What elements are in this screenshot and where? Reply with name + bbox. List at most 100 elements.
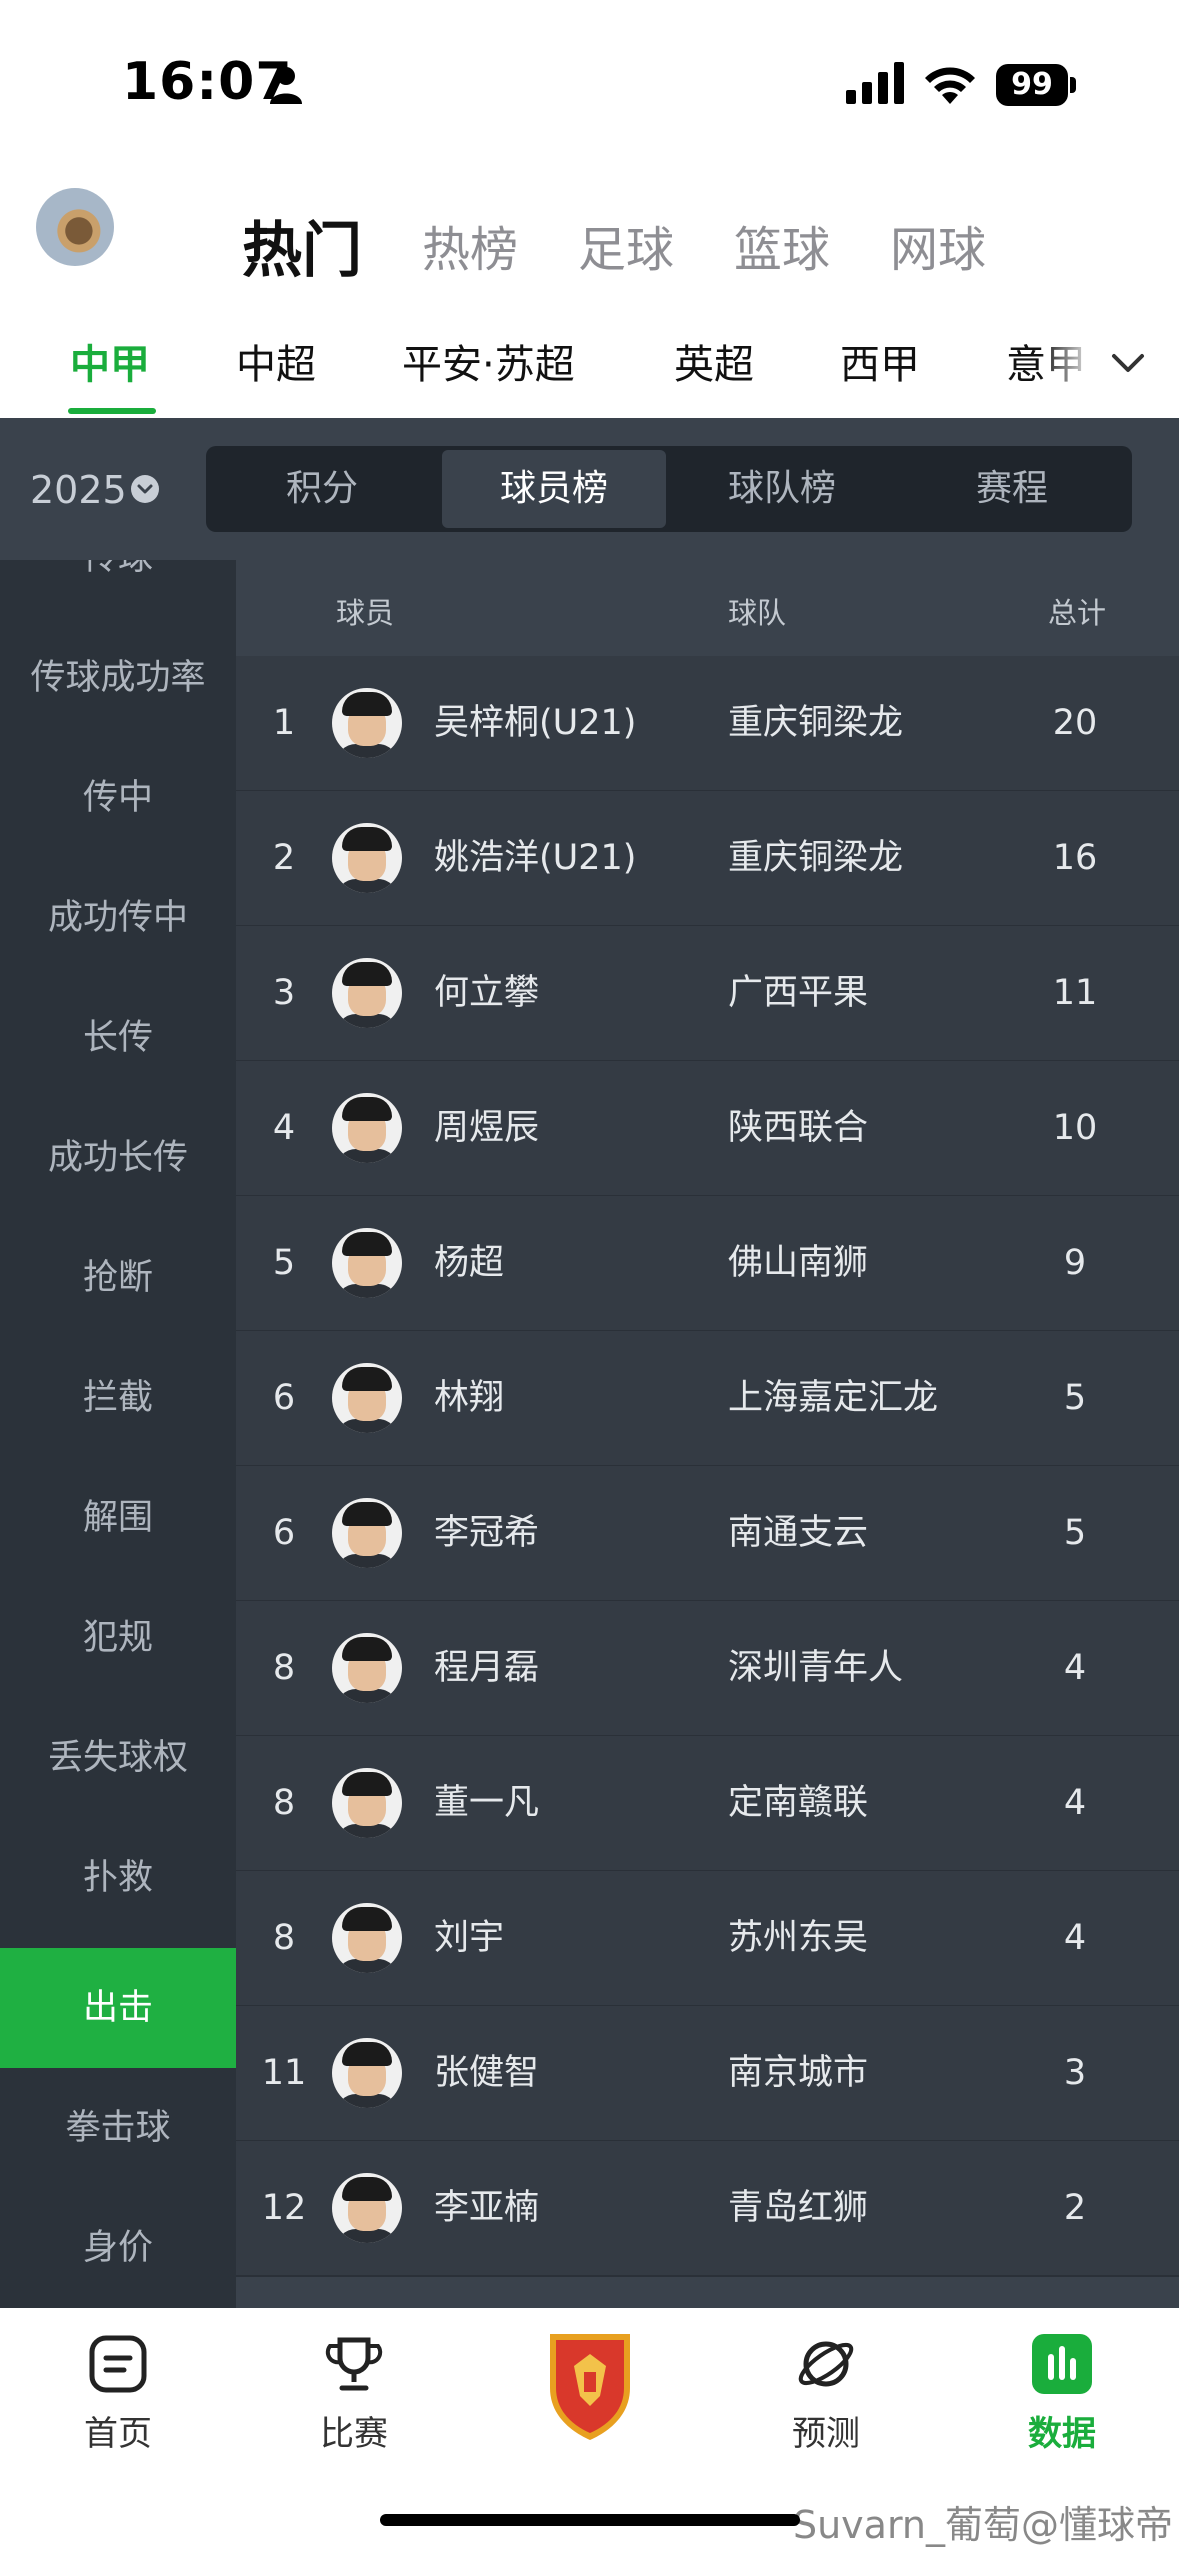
player-team[interactable]: 青岛红狮 — [728, 2141, 868, 2275]
table-row[interactable]: 5 杨超 佛山南狮 9 — [236, 1196, 1179, 1332]
player-name[interactable]: 张健智 — [434, 2006, 539, 2140]
sidebar-item-possession-lost[interactable]: 丢失球权 — [0, 1698, 236, 1818]
player-name[interactable]: 董一凡 — [434, 1736, 539, 1870]
battery-level: 99 — [996, 64, 1068, 106]
segment-team-ranking[interactable]: 球队榜 — [670, 446, 894, 532]
league-tab-premier[interactable]: 英超 — [674, 332, 754, 390]
tab-tennis[interactable]: 网球 — [890, 210, 986, 280]
player-rank: 8 — [272, 1783, 296, 1823]
player-name[interactable]: 周煜辰 — [434, 1061, 539, 1195]
player-rank: 8 — [272, 1648, 296, 1688]
table-row[interactable]: 8 董一凡 定南赣联 4 — [236, 1736, 1179, 1872]
player-team[interactable]: 佛山南狮 — [728, 1196, 868, 1330]
table-row[interactable]: 11 张健智 南京城市 3 — [236, 2006, 1179, 2142]
player-name[interactable]: 林翔 — [434, 1331, 504, 1465]
nav-matches-label: 比赛 — [320, 2414, 388, 2454]
sidebar-item-pass[interactable]: 传球 — [0, 560, 236, 618]
player-total: 4 — [1063, 1783, 1087, 1823]
league-tab-suchao[interactable]: 平安·苏超 — [402, 332, 575, 390]
sidebar-item-clearance[interactable]: 解围 — [0, 1458, 236, 1578]
player-total: 5 — [1063, 1378, 1087, 1418]
nav-prediction-label: 预测 — [792, 2414, 860, 2454]
player-photo — [332, 823, 402, 893]
team-crest-icon[interactable] — [544, 2326, 636, 2442]
player-name[interactable]: 程月磊 — [434, 1601, 539, 1735]
league-tab-zhongjia[interactable]: 中甲 — [70, 332, 150, 390]
player-name[interactable]: 李冠希 — [434, 1466, 539, 1600]
tab-trending[interactable]: 热榜 — [422, 210, 518, 280]
tab-basketball[interactable]: 篮球 — [734, 210, 830, 280]
player-team[interactable]: 深圳青年人 — [728, 1601, 903, 1735]
player-photo — [332, 2038, 402, 2108]
sidebar-item-foul[interactable]: 犯规 — [0, 1578, 236, 1698]
player-total: 9 — [1063, 1243, 1087, 1283]
player-team[interactable]: 上海嘉定汇龙 — [728, 1331, 938, 1465]
sidebar-item-successful-long-pass[interactable]: 成功长传 — [0, 1098, 236, 1218]
player-team[interactable]: 定南赣联 — [728, 1736, 868, 1870]
player-name[interactable]: 李亚楠 — [434, 2141, 539, 2275]
wifi-icon — [925, 67, 975, 104]
player-total: 4 — [1063, 1648, 1087, 1688]
player-team[interactable]: 南京城市 — [728, 2006, 868, 2140]
player-total: 11 — [1052, 973, 1098, 1013]
table-row[interactable]: 4 周煜辰 陕西联合 10 — [236, 1061, 1179, 1197]
trophy-icon — [325, 2337, 383, 2391]
sidebar-item-tackle[interactable]: 抢断 — [0, 1218, 236, 1338]
table-row[interactable]: 6 林翔 上海嘉定汇龙 5 — [236, 1331, 1179, 1467]
player-team[interactable]: 陕西联合 — [728, 1061, 868, 1195]
tab-football[interactable]: 足球 — [578, 210, 674, 280]
player-name[interactable]: 杨超 — [434, 1196, 504, 1330]
segment-standings[interactable]: 积分 — [210, 446, 434, 532]
sidebar-item-sweeper[interactable]: 出击 — [0, 1948, 236, 2068]
sidebar-item-interception[interactable]: 拦截 — [0, 1338, 236, 1458]
user-avatar[interactable] — [36, 188, 114, 266]
table-row[interactable]: 8 刘宇 苏州东吴 4 — [236, 1871, 1179, 2007]
segment-schedule[interactable]: 赛程 — [900, 446, 1124, 532]
table-row[interactable]: 3 何立攀 广西平果 11 — [236, 926, 1179, 1062]
chevron-down-icon[interactable] — [1108, 348, 1148, 378]
chevron-down-icon[interactable] — [130, 474, 160, 504]
season-selector[interactable]: 2025 — [30, 468, 127, 512]
player-total: 4 — [1063, 1918, 1087, 1958]
sidebar-item-punch[interactable]: 拳击球 — [0, 2068, 236, 2188]
league-tab-laliga[interactable]: 西甲 — [840, 332, 920, 390]
player-team[interactable]: 南通支云 — [728, 1466, 868, 1600]
player-photo — [332, 1363, 402, 1433]
stat-sidebar: 传球 传球成功率 传中 成功传中 长传 成功长传 抢断 拦截 解围 犯规 丢失球… — [0, 560, 236, 2308]
player-name[interactable]: 何立攀 — [434, 926, 539, 1060]
table-row[interactable]: 6 李冠希 南通支云 5 — [236, 1466, 1179, 1602]
sidebar-item-market-value[interactable]: 身价 — [0, 2188, 236, 2308]
player-team[interactable]: 苏州东吴 — [728, 1871, 868, 2005]
table-row[interactable]: 2 姚浩洋(U21) 重庆铜梁龙 16 — [236, 791, 1179, 927]
tab-hot[interactable]: 热门 — [242, 202, 362, 289]
watermark-credit: Suvarn_葡萄@懂球帝 — [792, 2503, 1173, 2547]
player-name[interactable]: 刘宇 — [434, 1871, 504, 2005]
column-header-total[interactable]: 总计 — [1048, 590, 1106, 632]
player-total: 2 — [1063, 2188, 1087, 2228]
table-header: 球员 球队 总计 — [236, 560, 1179, 656]
table-row[interactable]: 1 吴梓桐(U21) 重庆铜梁龙 20 — [236, 656, 1179, 792]
person-icon — [270, 67, 302, 104]
player-rank: 6 — [272, 1513, 296, 1553]
table-row[interactable]: 12 李亚楠 青岛红狮 2 — [236, 2141, 1179, 2277]
player-team[interactable]: 广西平果 — [728, 926, 868, 1060]
player-rank: 11 — [261, 2053, 307, 2093]
sidebar-item-pass-accuracy[interactable]: 传球成功率 — [0, 618, 236, 738]
player-team[interactable]: 重庆铜梁龙 — [728, 791, 903, 925]
player-rank: 5 — [272, 1243, 296, 1283]
player-name[interactable]: 姚浩洋(U21) — [434, 791, 636, 925]
segment-player-ranking[interactable]: 球员榜 — [442, 450, 666, 528]
status-time: 16:07 — [122, 52, 293, 112]
home-indicator[interactable] — [380, 2514, 800, 2526]
table-row[interactable]: 8 程月磊 深圳青年人 4 — [236, 1601, 1179, 1737]
player-photo — [332, 688, 402, 758]
player-photo — [332, 1633, 402, 1703]
sidebar-item-successful-cross[interactable]: 成功传中 — [0, 858, 236, 978]
sidebar-item-save[interactable]: 扑救 — [0, 1818, 236, 1938]
player-photo — [332, 1768, 402, 1838]
player-name[interactable]: 吴梓桐(U21) — [434, 656, 636, 790]
league-tab-zhongchao[interactable]: 中超 — [236, 332, 316, 390]
player-team[interactable]: 重庆铜梁龙 — [728, 656, 903, 790]
sidebar-item-cross[interactable]: 传中 — [0, 738, 236, 858]
sidebar-item-long-pass[interactable]: 长传 — [0, 978, 236, 1098]
